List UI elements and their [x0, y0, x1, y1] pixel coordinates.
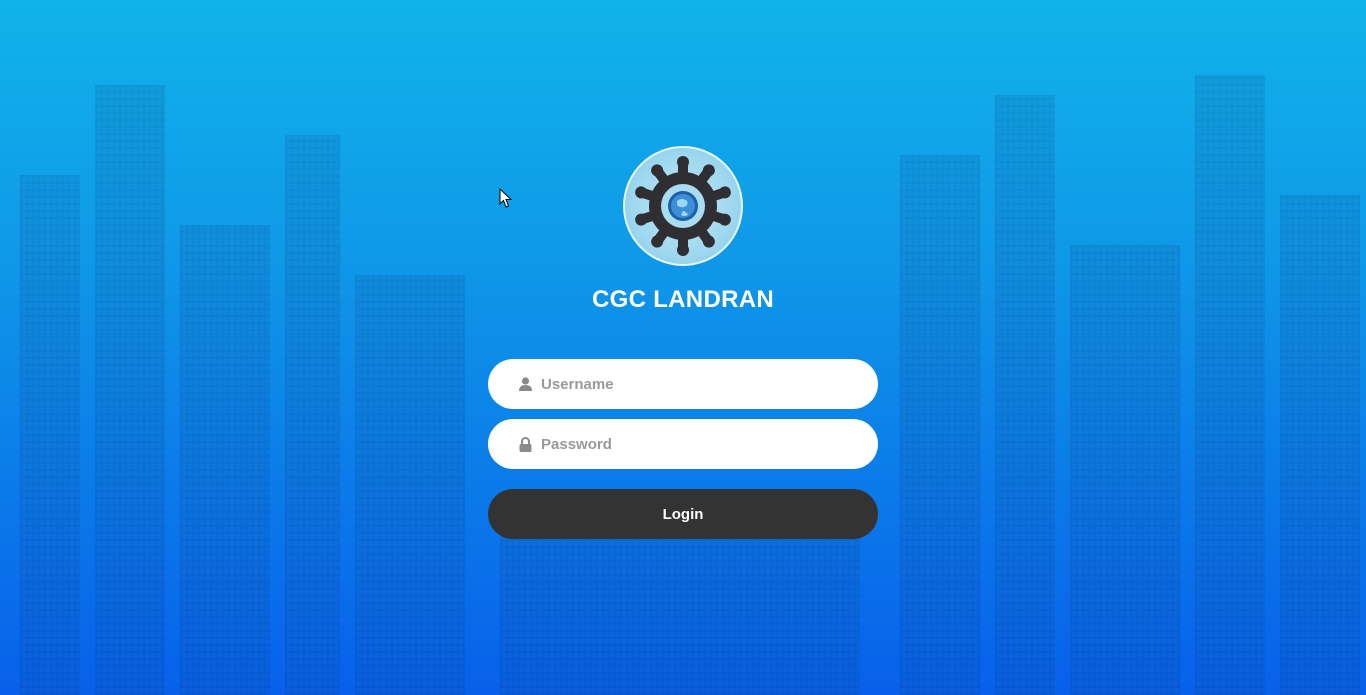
password-field[interactable] — [488, 419, 878, 469]
login-button[interactable]: Login — [488, 489, 878, 539]
password-input[interactable] — [541, 424, 861, 464]
username-field[interactable] — [488, 359, 878, 409]
background-cityscape — [0, 0, 1366, 695]
gear-globe-logo-icon — [623, 146, 743, 266]
lock-icon — [518, 436, 532, 452]
user-icon — [518, 376, 532, 392]
username-input[interactable] — [541, 364, 861, 404]
brand-title: CGC LANDRAN — [592, 286, 774, 313]
mouse-cursor-icon — [499, 188, 513, 208]
